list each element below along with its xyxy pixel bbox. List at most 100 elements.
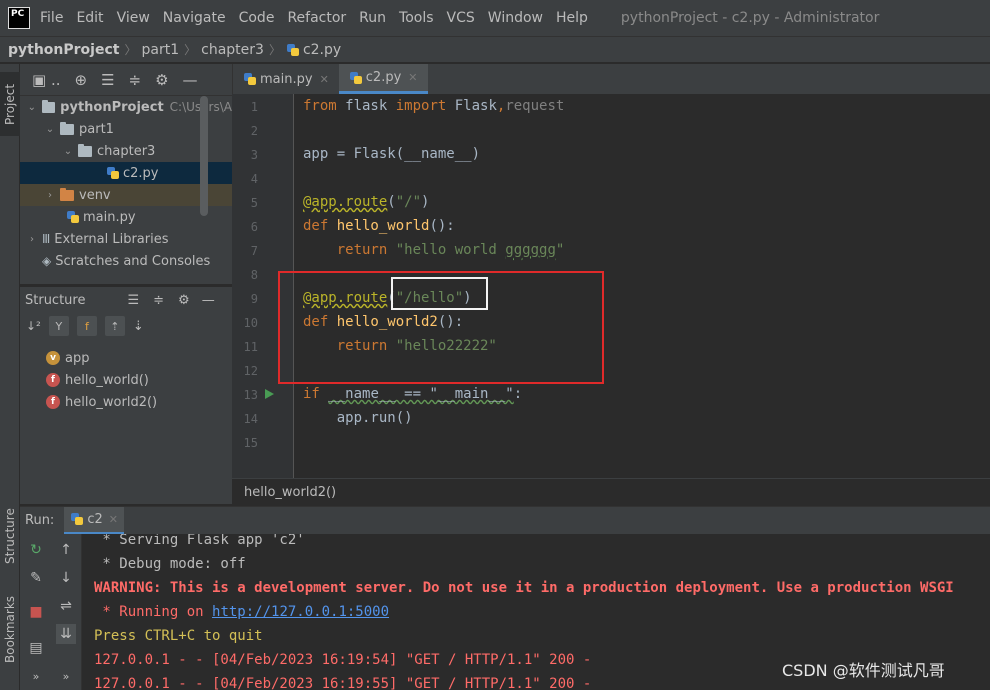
show-fields-icon[interactable]: f [76, 316, 97, 336]
code-token: hello_world [336, 218, 430, 234]
layout-icon[interactable]: ▤ [26, 638, 46, 658]
line-number: 9 [250, 292, 258, 306]
arrow-up-icon[interactable]: ↑ [56, 540, 76, 560]
rerun-icon[interactable]: ↻ [26, 540, 46, 560]
code-line-6: def hello_world(): [303, 218, 455, 234]
python-file-icon [70, 512, 84, 526]
library-icon: Ⅲ [42, 232, 51, 246]
structure-toolbar: ↓² Y f ⇡ ⇣ [20, 313, 232, 339]
soft-wrap-icon[interactable]: ⇌ [56, 596, 76, 616]
tab-label: c2.py [365, 70, 402, 85]
menu-refactor[interactable]: Refactor [287, 10, 346, 26]
code-token: ) [421, 194, 430, 210]
tree-item-label: External Libraries [54, 231, 169, 247]
stop-icon[interactable]: ■ [26, 602, 46, 622]
tab-structure-tool[interactable]: Structure [0, 496, 20, 576]
watermark: CSDN @软件测试凡哥 [782, 661, 945, 680]
locate-file-icon[interactable]: ⊕ [74, 71, 87, 89]
structure-title: Structure [25, 292, 86, 308]
breadcrumb: pythonProject 〉 part1 〉 chapter3 〉 c2.py [0, 36, 990, 63]
menu-file[interactable]: File [40, 10, 63, 26]
tree-item-external-libraries[interactable]: › Ⅲ External Libraries [20, 228, 232, 250]
scratches-icon: ◈ [42, 254, 52, 268]
autoscroll-to-source-icon[interactable]: ⇡ [104, 316, 125, 336]
tree-item-label: c2.py [123, 165, 159, 181]
menu-view[interactable]: View [117, 10, 150, 26]
python-file-icon [286, 43, 300, 57]
code-token: "/" [395, 194, 422, 210]
close-icon[interactable]: ✕ [109, 513, 118, 526]
breadcrumb-project[interactable]: pythonProject [8, 42, 119, 58]
code-token: " [555, 242, 565, 258]
code-token: return [303, 242, 396, 258]
tab-main-py[interactable]: main.py ✕ [233, 64, 339, 94]
editor-breadcrumb[interactable]: hello_world2() [232, 478, 990, 506]
tab-project-tool[interactable]: Project [0, 72, 20, 136]
line-number: 5 [250, 196, 258, 210]
line-number: 13 [243, 388, 258, 402]
folder-icon [78, 143, 92, 157]
code-token: @app.route [303, 194, 388, 210]
gear-icon[interactable]: ⚙ [178, 293, 190, 308]
highlight-box-white [391, 277, 488, 310]
menu-vcs[interactable]: VCS [447, 10, 475, 26]
code-line-13: if __name__ == "__main__": [303, 386, 522, 402]
tree-item-scratches[interactable]: ◈ Scratches and Consoles [20, 250, 232, 272]
structure-item-label: app [65, 350, 90, 366]
menu-help[interactable]: Help [556, 10, 588, 26]
console-line: * Serving Flask app 'c2' [94, 534, 305, 548]
breadcrumb-file[interactable]: c2.py [303, 42, 341, 58]
gear-icon[interactable]: ⚙ [155, 71, 168, 89]
breadcrumb-chapter3[interactable]: chapter3 [201, 42, 264, 58]
line-number: 8 [250, 268, 258, 282]
tab-run-c2[interactable]: c2 ✕ [64, 506, 124, 535]
wrench-icon[interactable]: ✎ [26, 568, 46, 588]
tab-bookmarks-tool[interactable]: Bookmarks [0, 584, 20, 674]
server-url-link[interactable]: http://127.0.0.1:5000 [212, 604, 389, 620]
arrow-down-icon[interactable]: ↓ [56, 568, 76, 588]
code-line-5: @app.route("/") [303, 194, 429, 210]
collapse-all-icon[interactable]: ≑ [153, 293, 164, 308]
console-warning-line: WARNING: This is a development server. D… [94, 580, 954, 596]
code-line-14: app.run() [303, 410, 413, 426]
expand-all-icon[interactable]: ☰ [101, 71, 114, 89]
run-toolbar-left: ↻ ✎ ■ ▤ » [20, 534, 50, 690]
structure-item-app[interactable]: v app [46, 347, 89, 369]
tab-c2-py[interactable]: c2.py ✕ [338, 64, 428, 94]
line-number: 3 [250, 148, 258, 162]
line-number: 15 [243, 436, 258, 450]
menu-tools[interactable]: Tools [399, 10, 434, 26]
menu-code[interactable]: Code [239, 10, 275, 26]
more-icon[interactable]: » [56, 666, 76, 686]
collapse-all-icon[interactable]: ≑ [129, 71, 142, 89]
more-icon[interactable]: » [26, 666, 46, 686]
sort-icon[interactable]: ↓² [26, 319, 41, 333]
structure-panel: Structure ☰ ≑ ⚙ — ↓² Y f ⇡ ⇣ v app f hel… [20, 286, 232, 504]
structure-item-hello-world2[interactable]: f hello_world2() [46, 391, 157, 413]
chevron-right-icon: 〉 [124, 43, 137, 57]
structure-item-hello-world[interactable]: f hello_world() [46, 369, 149, 391]
scroll-to-end-icon[interactable]: ⇊ [56, 624, 76, 644]
breadcrumb-part1[interactable]: part1 [141, 42, 179, 58]
variable-icon: v [46, 351, 60, 365]
project-scrollbar[interactable] [200, 96, 208, 216]
code-token: import [395, 98, 447, 114]
menu-run[interactable]: Run [359, 10, 386, 26]
menu-window[interactable]: Window [488, 10, 543, 26]
show-inherited-icon[interactable]: Y [48, 316, 69, 336]
code-token: from [303, 98, 337, 114]
close-icon[interactable]: ✕ [320, 73, 329, 86]
menu-navigate[interactable]: Navigate [163, 10, 226, 26]
hide-panel-icon[interactable]: — [183, 71, 198, 89]
run-toolbar-right: ↑ ↓ ⇌ ⇊ » [50, 534, 82, 690]
close-icon[interactable]: ✕ [408, 71, 417, 84]
editor-tabs: main.py ✕ c2.py ✕ [232, 64, 990, 94]
autoscroll-from-source-icon[interactable]: ⇣ [133, 319, 144, 334]
hide-panel-icon[interactable]: — [202, 293, 215, 308]
expand-all-icon[interactable]: ☰ [127, 293, 139, 308]
code-token: ( [387, 194, 396, 210]
project-view-dropdown[interactable]: ▣ .. [32, 71, 60, 89]
menu-edit[interactable]: Edit [76, 10, 103, 26]
run-gutter-icon[interactable] [265, 389, 274, 399]
console-log-line: 127.0.0.1 - - [04/Feb/2023 16:19:55] "GE… [94, 676, 592, 690]
